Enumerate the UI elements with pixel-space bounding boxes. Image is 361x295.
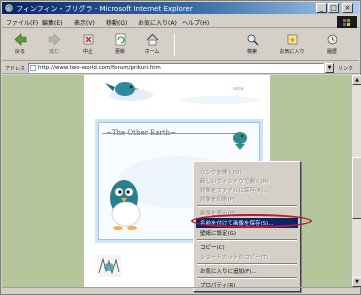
maximize-button[interactable]: □ [328, 3, 339, 13]
context-separator [197, 205, 297, 207]
context-set-wallpaper[interactable]: 壁紙に設定(G) [200, 229, 236, 237]
close-button[interactable]: × [342, 3, 353, 13]
svg-text:e: e [7, 6, 10, 12]
status-bar [2, 287, 359, 295]
favorites-button[interactable]: お気に入り [278, 31, 306, 59]
toolbar-separator [174, 34, 175, 56]
history-button[interactable]: 履歴 [318, 31, 346, 59]
context-open-new-window[interactable]: 新しいウィンドウで開く(N) [200, 177, 269, 185]
scroll-down-button[interactable]: ▼ [352, 277, 361, 287]
context-copy-shortcut[interactable]: ショートカットのコピー(T) [200, 253, 268, 261]
context-print-target[interactable]: 対象を印刷(P) [200, 195, 235, 203]
thumbnail-image-icon[interactable] [97, 255, 121, 277]
artist-signature-top: ntra [233, 86, 244, 92]
top-banner-image[interactable]: ntra [101, 75, 261, 105]
back-arrow-icon [14, 33, 26, 46]
browser-window: e フィンフィン・ブリグラ - Microsoft Internet Explo… [0, 0, 361, 295]
context-add-favorites[interactable]: お気に入りに追加(F)... [200, 267, 257, 275]
forward-button[interactable]: 進む [40, 31, 68, 59]
address-bar: アドレス http://www.two-world.com/forum/prik… [2, 62, 359, 74]
menu-file[interactable]: ファイル(F) [6, 18, 38, 27]
search-button[interactable]: 検索 [238, 31, 266, 59]
scroll-up-button[interactable]: ▲ [352, 75, 361, 85]
refresh-icon [115, 33, 125, 46]
highlight-circle-annotation [191, 214, 312, 228]
standard-toolbar: 戻る 進む 中止 更新 ホーム 検索 お気に入り 履歴 [2, 29, 359, 61]
context-copy[interactable]: コピー(C) [200, 243, 225, 251]
context-separator [197, 263, 297, 265]
forward-arrow-icon [48, 33, 60, 46]
context-save-target[interactable]: 対象をファイルに保存(A)... [200, 186, 268, 194]
history-icon [327, 34, 337, 45]
window-title: フィンフィン・ブリグラ - Microsoft Internet Explore… [16, 5, 193, 13]
context-open-link[interactable]: リンクを開く(O) [200, 168, 242, 176]
address-input[interactable]: http://www.two-world.com/forum/prikuri.h… [28, 63, 324, 73]
context-separator [197, 277, 297, 279]
ie-logo-icon: e [5, 4, 13, 12]
minimize-button[interactable]: _ [316, 3, 327, 13]
address-dropdown-button[interactable]: ▼ [325, 63, 334, 73]
favorites-icon [287, 34, 297, 45]
search-icon [247, 34, 258, 46]
links-button[interactable]: リンク [338, 65, 353, 72]
menu-bar: ファイル(F) 編集(E) 表示(V) 移動(G) お気に入り(A) ヘルプ(H… [2, 16, 359, 28]
menu-go[interactable]: 移動(G) [106, 18, 127, 27]
scroll-thumb[interactable] [352, 157, 361, 219]
refresh-button[interactable]: 更新 [106, 31, 134, 59]
windows-logo-icon [337, 16, 357, 28]
vertical-scrollbar[interactable]: ▲ ▼ [351, 75, 361, 287]
home-icon [146, 33, 158, 46]
menu-help[interactable]: ヘルプ(H) [182, 18, 209, 27]
page-icon [30, 65, 36, 71]
home-button[interactable]: ホーム [138, 31, 166, 59]
context-separator [197, 239, 297, 241]
stop-icon [83, 34, 93, 45]
menu-edit[interactable]: 編集(E) [42, 18, 62, 27]
stop-button[interactable]: 中止 [74, 31, 102, 59]
address-label: アドレス [5, 66, 26, 72]
menu-view[interactable]: 表示(V) [74, 18, 95, 27]
back-button[interactable]: 戻る [6, 31, 34, 59]
menu-favorites[interactable]: お気に入り(A) [138, 18, 177, 27]
title-bar[interactable]: e フィンフィン・ブリグラ - Microsoft Internet Explo… [2, 2, 359, 14]
